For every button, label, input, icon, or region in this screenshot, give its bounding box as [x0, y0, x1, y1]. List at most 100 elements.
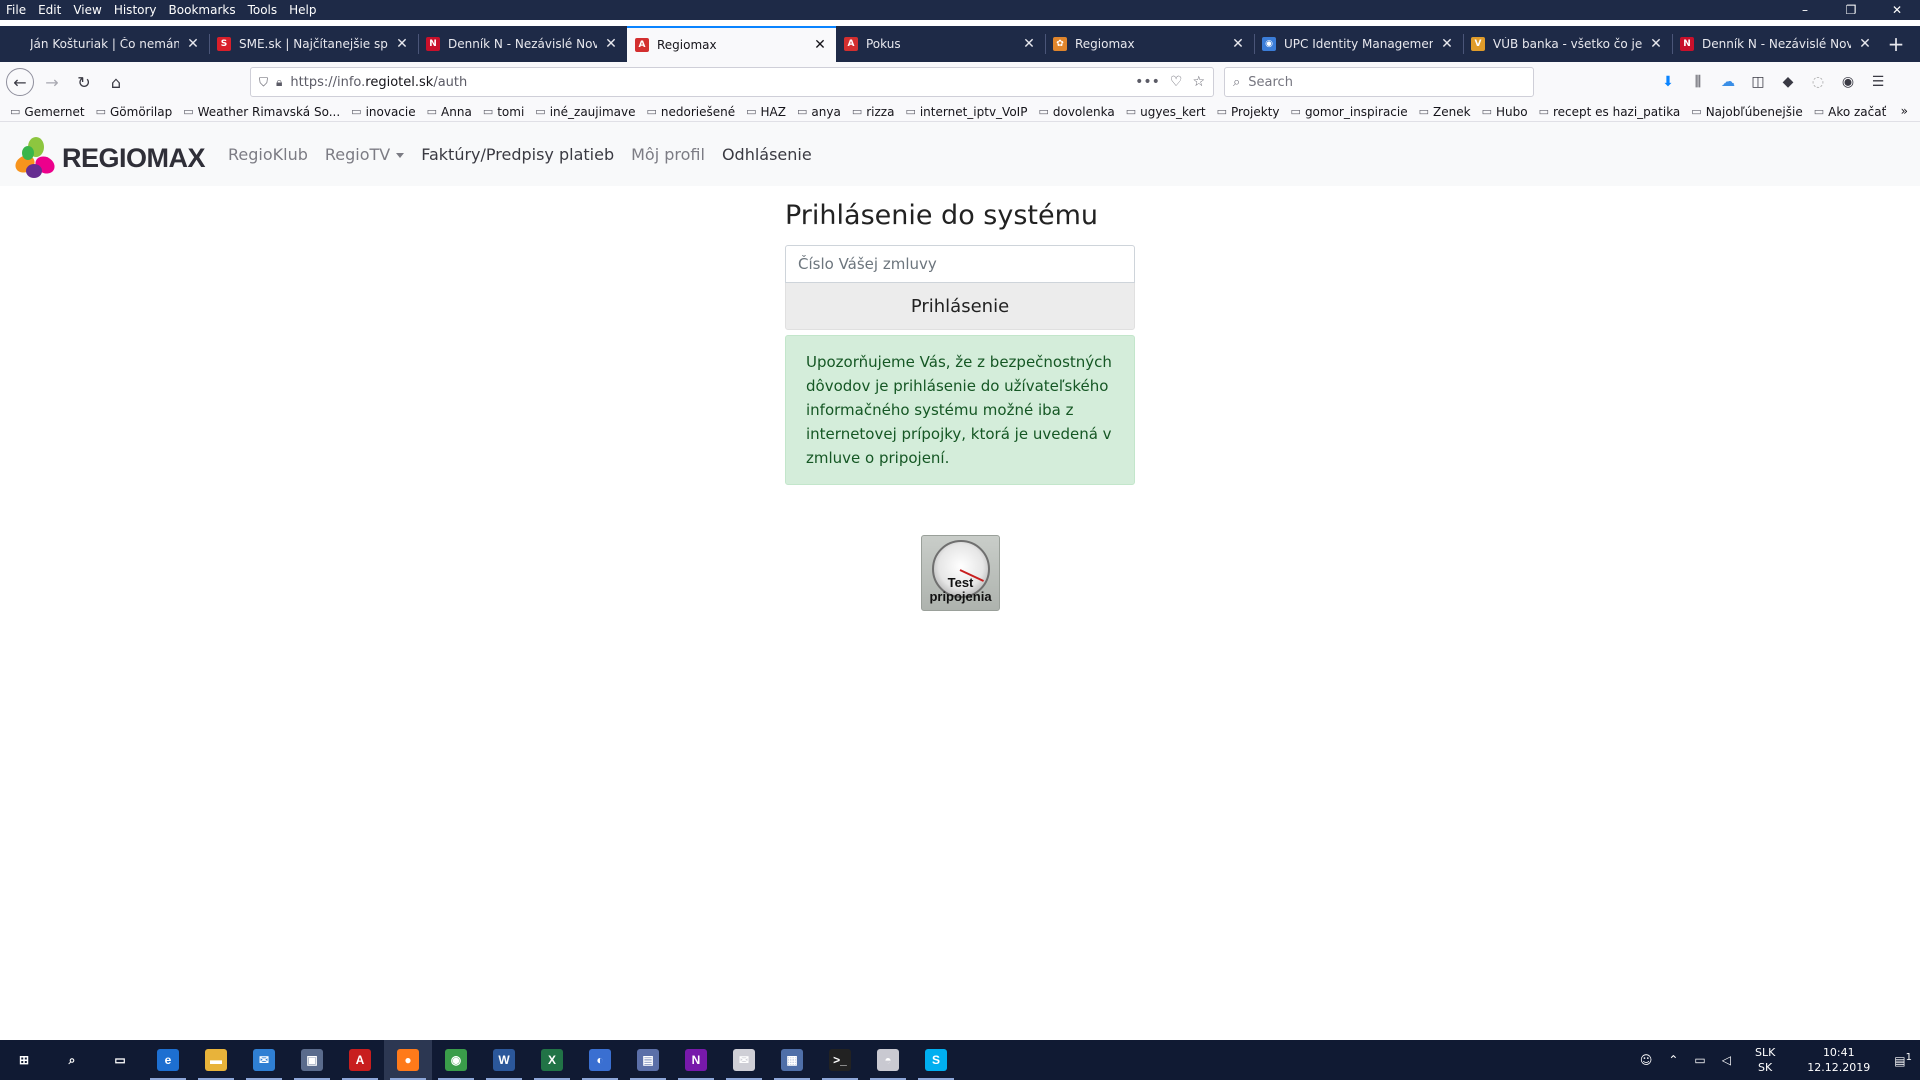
taskbar-edge[interactable]: e: [144, 1040, 192, 1080]
tab-close-icon[interactable]: ✕: [394, 36, 410, 52]
tab-close-icon[interactable]: ✕: [1857, 36, 1873, 52]
hamburger-menu-icon[interactable]: ☰: [1864, 68, 1892, 96]
taskbar-chat[interactable]: ◐: [576, 1040, 624, 1080]
browser-tab[interactable]: N Denník N - Nezávislé Noviny ✕: [1672, 26, 1881, 62]
tab-close-icon[interactable]: ✕: [603, 36, 619, 52]
tab-close-icon[interactable]: ✕: [812, 37, 828, 53]
menu-bookmarks[interactable]: Bookmarks: [169, 3, 236, 17]
language-indicator[interactable]: SLK SK: [1747, 1045, 1783, 1075]
network-icon[interactable]: ▭: [1694, 1053, 1705, 1067]
nav-regioklub[interactable]: RegioKlub: [228, 145, 308, 164]
browser-tab[interactable]: ✿ Regiomax ✕: [1045, 26, 1254, 62]
menu-history[interactable]: History: [114, 3, 157, 17]
bookmark-item[interactable]: ▭ ugyes_kert: [1126, 105, 1206, 119]
bookmark-item[interactable]: ▭ Gemernet: [10, 105, 85, 119]
library-icon[interactable]: ⫼: [1684, 68, 1712, 96]
volume-icon[interactable]: ◁: [1722, 1053, 1731, 1067]
forward-button[interactable]: →: [38, 68, 66, 96]
rss-icon[interactable]: ◌: [1804, 68, 1832, 96]
tab-close-icon[interactable]: ✕: [185, 36, 201, 52]
tab-close-icon[interactable]: ✕: [1021, 36, 1037, 52]
nav-logout[interactable]: Odhlásenie: [722, 145, 812, 164]
taskbar-search[interactable]: ⌕: [48, 1040, 96, 1080]
taskbar-paint[interactable]: ◓: [864, 1040, 912, 1080]
contract-number-input[interactable]: [785, 245, 1135, 283]
notification-center-icon[interactable]: ▤1: [1894, 1052, 1912, 1068]
taskbar-excel[interactable]: X: [528, 1040, 576, 1080]
bookmark-item[interactable]: ▭ dovolenka: [1038, 105, 1114, 119]
browser-tab[interactable]: V VÚB banka - všetko čo je možné ✕: [1463, 26, 1672, 62]
taskbar-task-view[interactable]: ▭: [96, 1040, 144, 1080]
taskbar-store[interactable]: ▣: [288, 1040, 336, 1080]
bookmark-item[interactable]: ▭ HAZ: [746, 105, 786, 119]
new-tab-button[interactable]: +: [1881, 26, 1911, 62]
page-actions-icon[interactable]: •••: [1135, 74, 1160, 90]
bookmark-item[interactable]: ▭ gomor_inspiracie: [1291, 105, 1408, 119]
bookmarks-overflow-icon[interactable]: »: [1901, 104, 1908, 118]
browser-tab[interactable]: S SME.sk | Najčítanejšie správy ✕: [209, 26, 418, 62]
menu-help[interactable]: Help: [289, 3, 316, 17]
taskbar-chrome[interactable]: ◉: [432, 1040, 480, 1080]
regiomax-logo[interactable]: REGIOMAX: [14, 137, 206, 179]
tab-close-icon[interactable]: ✕: [1230, 36, 1246, 52]
sidebar-icon[interactable]: ◫: [1744, 68, 1772, 96]
tray-overflow-icon[interactable]: ⌃: [1668, 1053, 1678, 1067]
bookmark-item[interactable]: ▭ iné_zaujimave: [535, 105, 635, 119]
sync-cloud-icon[interactable]: ☁: [1714, 68, 1742, 96]
people-icon[interactable]: ☺: [1640, 1053, 1653, 1067]
bookmark-item[interactable]: ▭ anya: [797, 105, 841, 119]
bookmark-item[interactable]: ▭ Hubo: [1482, 105, 1528, 119]
login-button[interactable]: Prihlásenie: [785, 282, 1135, 330]
bookmark-item[interactable]: ▭ recept es hazi_patika: [1539, 105, 1681, 119]
back-button[interactable]: ←: [6, 68, 34, 96]
home-button[interactable]: ⌂: [102, 68, 130, 96]
taskbar-remote[interactable]: ▦: [768, 1040, 816, 1080]
browser-tab[interactable]: N Denník N - Nezávislé Noviny ✕: [418, 26, 627, 62]
browser-tab[interactable]: Ján Košturiak | Čo nemáme to nemôžeme ✕: [0, 26, 209, 62]
menu-file[interactable]: File: [6, 3, 26, 17]
bookmark-item[interactable]: ▭ Projekty: [1217, 105, 1280, 119]
minimize-button[interactable]: –: [1782, 3, 1828, 17]
close-window-button[interactable]: ✕: [1874, 3, 1920, 17]
nav-regiotv-dropdown[interactable]: RegioTV: [325, 145, 405, 164]
menu-view[interactable]: View: [73, 3, 101, 17]
reload-button[interactable]: ↻: [70, 68, 98, 96]
taskbar-envelope[interactable]: ✉: [720, 1040, 768, 1080]
pocket-icon[interactable]: ♡: [1170, 74, 1183, 90]
bookmark-item[interactable]: ▭ Najobľúbenejšie: [1691, 105, 1802, 119]
bookmark-item[interactable]: ▭ Anna: [427, 105, 472, 119]
menu-tools[interactable]: Tools: [248, 3, 278, 17]
clock[interactable]: 10:41 12.12.2019: [1799, 1045, 1878, 1075]
browser-tab[interactable]: A Regiomax ✕: [627, 26, 836, 62]
nav-my-profile[interactable]: Môj profil: [631, 145, 705, 164]
taskbar-start[interactable]: ⊞: [0, 1040, 48, 1080]
bookmark-item[interactable]: ▭ Zenek: [1419, 105, 1471, 119]
taskbar-network[interactable]: ▤: [624, 1040, 672, 1080]
taskbar-terminal[interactable]: >_: [816, 1040, 864, 1080]
restore-button[interactable]: ❐: [1828, 3, 1874, 17]
bookmark-item[interactable]: ▭ inovacie: [351, 105, 415, 119]
browser-tab[interactable]: A Pokus ✕: [836, 26, 1045, 62]
nav-invoices[interactable]: Faktúry/Predpisy platieb: [421, 145, 614, 164]
taskbar-firefox[interactable]: ●: [384, 1040, 432, 1080]
extension-icon[interactable]: ◆: [1774, 68, 1802, 96]
bookmark-item[interactable]: ▭ tomi: [483, 105, 524, 119]
bookmark-star-icon[interactable]: ☆: [1192, 74, 1205, 90]
bookmark-item[interactable]: ▭ Gömörilap: [96, 105, 173, 119]
menu-edit[interactable]: Edit: [38, 3, 61, 17]
taskbar-acrobat[interactable]: A: [336, 1040, 384, 1080]
connection-test-button[interactable]: Test pripojenia: [921, 535, 1000, 611]
download-icon[interactable]: ⬇: [1654, 68, 1682, 96]
bookmark-item[interactable]: ▭ rizza: [852, 105, 895, 119]
browser-tab[interactable]: ◉ UPC Identity Management ✕: [1254, 26, 1463, 62]
taskbar-mail-app[interactable]: ✉: [240, 1040, 288, 1080]
tab-close-icon[interactable]: ✕: [1439, 36, 1455, 52]
url-bar[interactable]: ⛉ 🔒︎ https://info.regiotel.sk/auth ••• ♡…: [250, 67, 1214, 97]
account-icon[interactable]: ◉: [1834, 68, 1862, 96]
taskbar-skype[interactable]: S: [912, 1040, 960, 1080]
search-bar[interactable]: ⌕ Search: [1224, 67, 1534, 97]
bookmark-item[interactable]: ▭ Weather Rimavská So...: [183, 105, 340, 119]
taskbar-explorer[interactable]: ▬: [192, 1040, 240, 1080]
taskbar-word[interactable]: W: [480, 1040, 528, 1080]
bookmark-item[interactable]: ▭ Ako začať: [1814, 105, 1887, 119]
